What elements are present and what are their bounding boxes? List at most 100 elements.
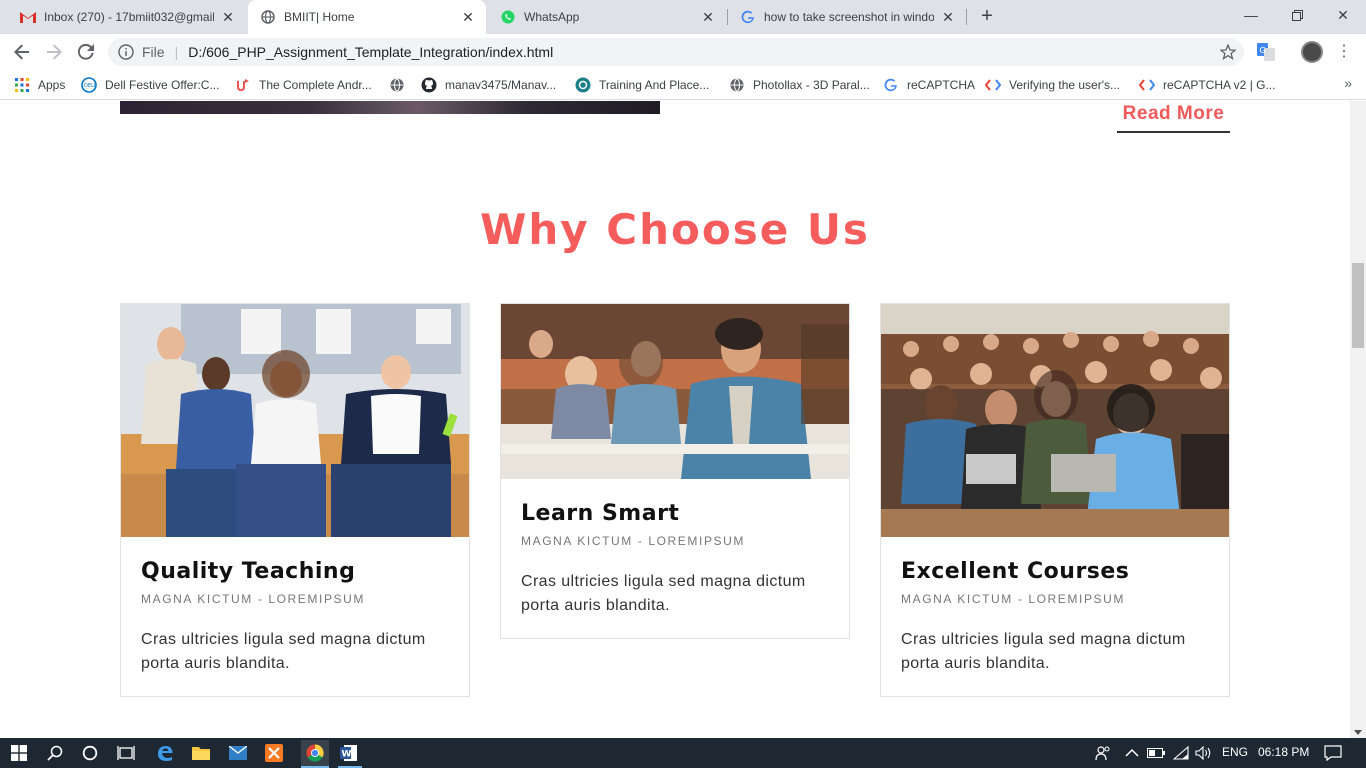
card-title: Excellent Courses [901, 559, 1130, 584]
mail-icon[interactable] [227, 742, 249, 764]
clock[interactable]: 06:18 PM [1258, 745, 1309, 759]
card-text: Cras ultricies ligula sed magna dictum p… [521, 573, 806, 614]
bookmark-udemy[interactable]: The Complete Andr... [235, 76, 372, 94]
dell-icon: DELL [81, 77, 97, 93]
wifi-icon[interactable] [1170, 742, 1192, 764]
card-meta: MAGNA KICTUM - LOREMIPSUM [141, 592, 366, 606]
profile-avatar[interactable] [1301, 41, 1323, 63]
close-icon[interactable]: ✕ [460, 9, 476, 25]
search-icon[interactable] [44, 742, 66, 764]
url-scheme: File [142, 44, 165, 60]
reload-icon [78, 44, 94, 60]
xampp-icon[interactable] [263, 742, 285, 764]
chevron-up-icon[interactable] [1121, 742, 1143, 764]
tab-gmail[interactable]: Inbox (270) - 17bmiit032@gmail.com ✕ [8, 0, 246, 34]
lecture-hall-image [501, 304, 849, 479]
cortana-icon[interactable] [79, 742, 101, 764]
svg-text:W: W [342, 750, 352, 760]
bookmark-label: reCAPTCHA [907, 78, 976, 92]
read-more-link[interactable]: Read More [1117, 103, 1230, 133]
code-icon [985, 77, 1001, 93]
page-viewport: Read More Why Choose Us Quality Teaching… [0, 101, 1350, 738]
feature-card-quality-teaching[interactable]: Quality Teaching MAGNA KICTUM - LOREMIPS… [120, 303, 470, 697]
new-tab-button[interactable]: + [975, 5, 999, 29]
bookmark-training[interactable]: Training And Place... [575, 76, 709, 94]
windows-start-icon[interactable] [8, 742, 30, 764]
bookmark-photollax[interactable]: Photollax - 3D Paral... [729, 76, 870, 94]
bookmark-recaptcha-v2[interactable]: reCAPTCHA v2 | G... [1139, 76, 1275, 94]
card-text: Cras ultricies ligula sed magna dictum p… [901, 631, 1186, 672]
file-explorer-icon[interactable] [190, 742, 212, 764]
translate-extension-icon[interactable]: G [1257, 43, 1275, 61]
back-button[interactable] [8, 38, 36, 66]
bookmark-github[interactable]: manav3475/Manav... [421, 76, 556, 94]
bookmark-verifying[interactable]: Verifying the user's... [985, 76, 1120, 94]
tab-strip: Inbox (270) - 17bmiit032@gmail.com ✕ BMI… [0, 0, 1366, 34]
people-icon[interactable] [1092, 742, 1114, 764]
bookmark-label: Dell Festive Offer:C... [105, 78, 220, 92]
restore-icon [1291, 9, 1303, 21]
tab-title: how to take screenshot in windows [764, 10, 934, 24]
info-icon[interactable] [118, 44, 134, 60]
task-view-icon[interactable] [115, 742, 137, 764]
minimize-button[interactable]: — [1228, 0, 1274, 30]
scrollbar-thumb[interactable] [1352, 263, 1364, 348]
chrome-taskbar-icon[interactable] [301, 740, 329, 766]
bookmark-star-icon[interactable] [1220, 44, 1236, 60]
section-title: Why Choose Us [480, 205, 870, 254]
bookmarks-bar: Apps DELL Dell Festive Offer:C... The Co… [0, 70, 1366, 100]
close-icon[interactable]: ✕ [940, 9, 956, 25]
card-text: Cras ultricies ligula sed magna dictum p… [141, 631, 426, 672]
browser-toolbar: File | D:/606_PHP_Assignment_Template_In… [0, 34, 1366, 70]
google-icon [883, 77, 899, 93]
udemy-icon [235, 77, 251, 93]
bookmark-label: Training And Place... [599, 78, 710, 92]
bookmark-label: Photollax - 3D Paral... [753, 78, 870, 92]
svg-text:G: G [1260, 46, 1266, 55]
close-window-button[interactable]: ✕ [1320, 0, 1366, 30]
bookmark-dell[interactable]: DELL Dell Festive Offer:C... [81, 76, 219, 94]
close-icon[interactable]: ✕ [220, 9, 236, 25]
scroll-down-arrow-icon[interactable] [1354, 730, 1362, 735]
url-text[interactable]: D:/606_PHP_Assignment_Template_Integrati… [188, 44, 553, 60]
word-icon[interactable]: W [338, 742, 360, 764]
url-divider: | [174, 44, 179, 60]
tab-google-search[interactable]: how to take screenshot in windows ✕ [728, 0, 966, 34]
gmail-icon [20, 9, 36, 25]
action-center-icon[interactable] [1322, 742, 1344, 764]
address-bar[interactable]: File | D:/606_PHP_Assignment_Template_In… [108, 38, 1244, 66]
code-icon [1139, 77, 1155, 93]
tab-title: Inbox (270) - 17bmiit032@gmail.com [44, 10, 214, 24]
bookmark-apps[interactable]: Apps [14, 76, 65, 94]
classroom-students-image [881, 304, 1229, 537]
bookmark-recaptcha[interactable]: reCAPTCHA [883, 76, 975, 94]
windows-taskbar: W ENG 06:18 PM [0, 738, 1366, 768]
tab-whatsapp[interactable]: WhatsApp ✕ [488, 0, 726, 34]
close-icon[interactable]: ✕ [700, 9, 716, 25]
bookmark-label: reCAPTCHA v2 | G... [1163, 78, 1276, 92]
reload-button[interactable] [72, 38, 100, 66]
previous-section-image [120, 101, 660, 114]
feature-card-learn-smart[interactable]: Learn Smart MAGNA KICTUM - LOREMIPSUM Cr… [500, 303, 850, 639]
arrow-left-icon [14, 44, 29, 60]
svg-text:DELL: DELL [84, 83, 97, 89]
feature-card-excellent-courses[interactable]: Excellent Courses MAGNA KICTUM - LOREMIP… [880, 303, 1230, 697]
globe-icon [389, 77, 405, 93]
apps-grid-icon [14, 77, 30, 93]
bookmark-globe[interactable] [389, 76, 413, 94]
bookmarks-overflow-icon[interactable]: » [1344, 75, 1352, 91]
restore-button[interactable] [1274, 0, 1320, 30]
whatsapp-icon [500, 9, 516, 25]
menu-kebab-icon[interactable]: ⋮ [1336, 43, 1352, 61]
volume-icon[interactable] [1193, 742, 1215, 764]
tab-bmiit-home[interactable]: BMIIT| Home ✕ [248, 0, 486, 34]
language-indicator[interactable]: ENG [1222, 745, 1248, 759]
forward-button[interactable] [40, 38, 68, 66]
training-icon [575, 77, 591, 93]
battery-icon[interactable] [1145, 742, 1167, 764]
card-meta: MAGNA KICTUM - LOREMIPSUM [901, 592, 1126, 606]
card-meta: MAGNA KICTUM - LOREMIPSUM [521, 534, 746, 548]
page-scrollbar[interactable] [1350, 101, 1366, 738]
edge-icon[interactable] [154, 742, 176, 764]
globe-icon [260, 9, 276, 25]
